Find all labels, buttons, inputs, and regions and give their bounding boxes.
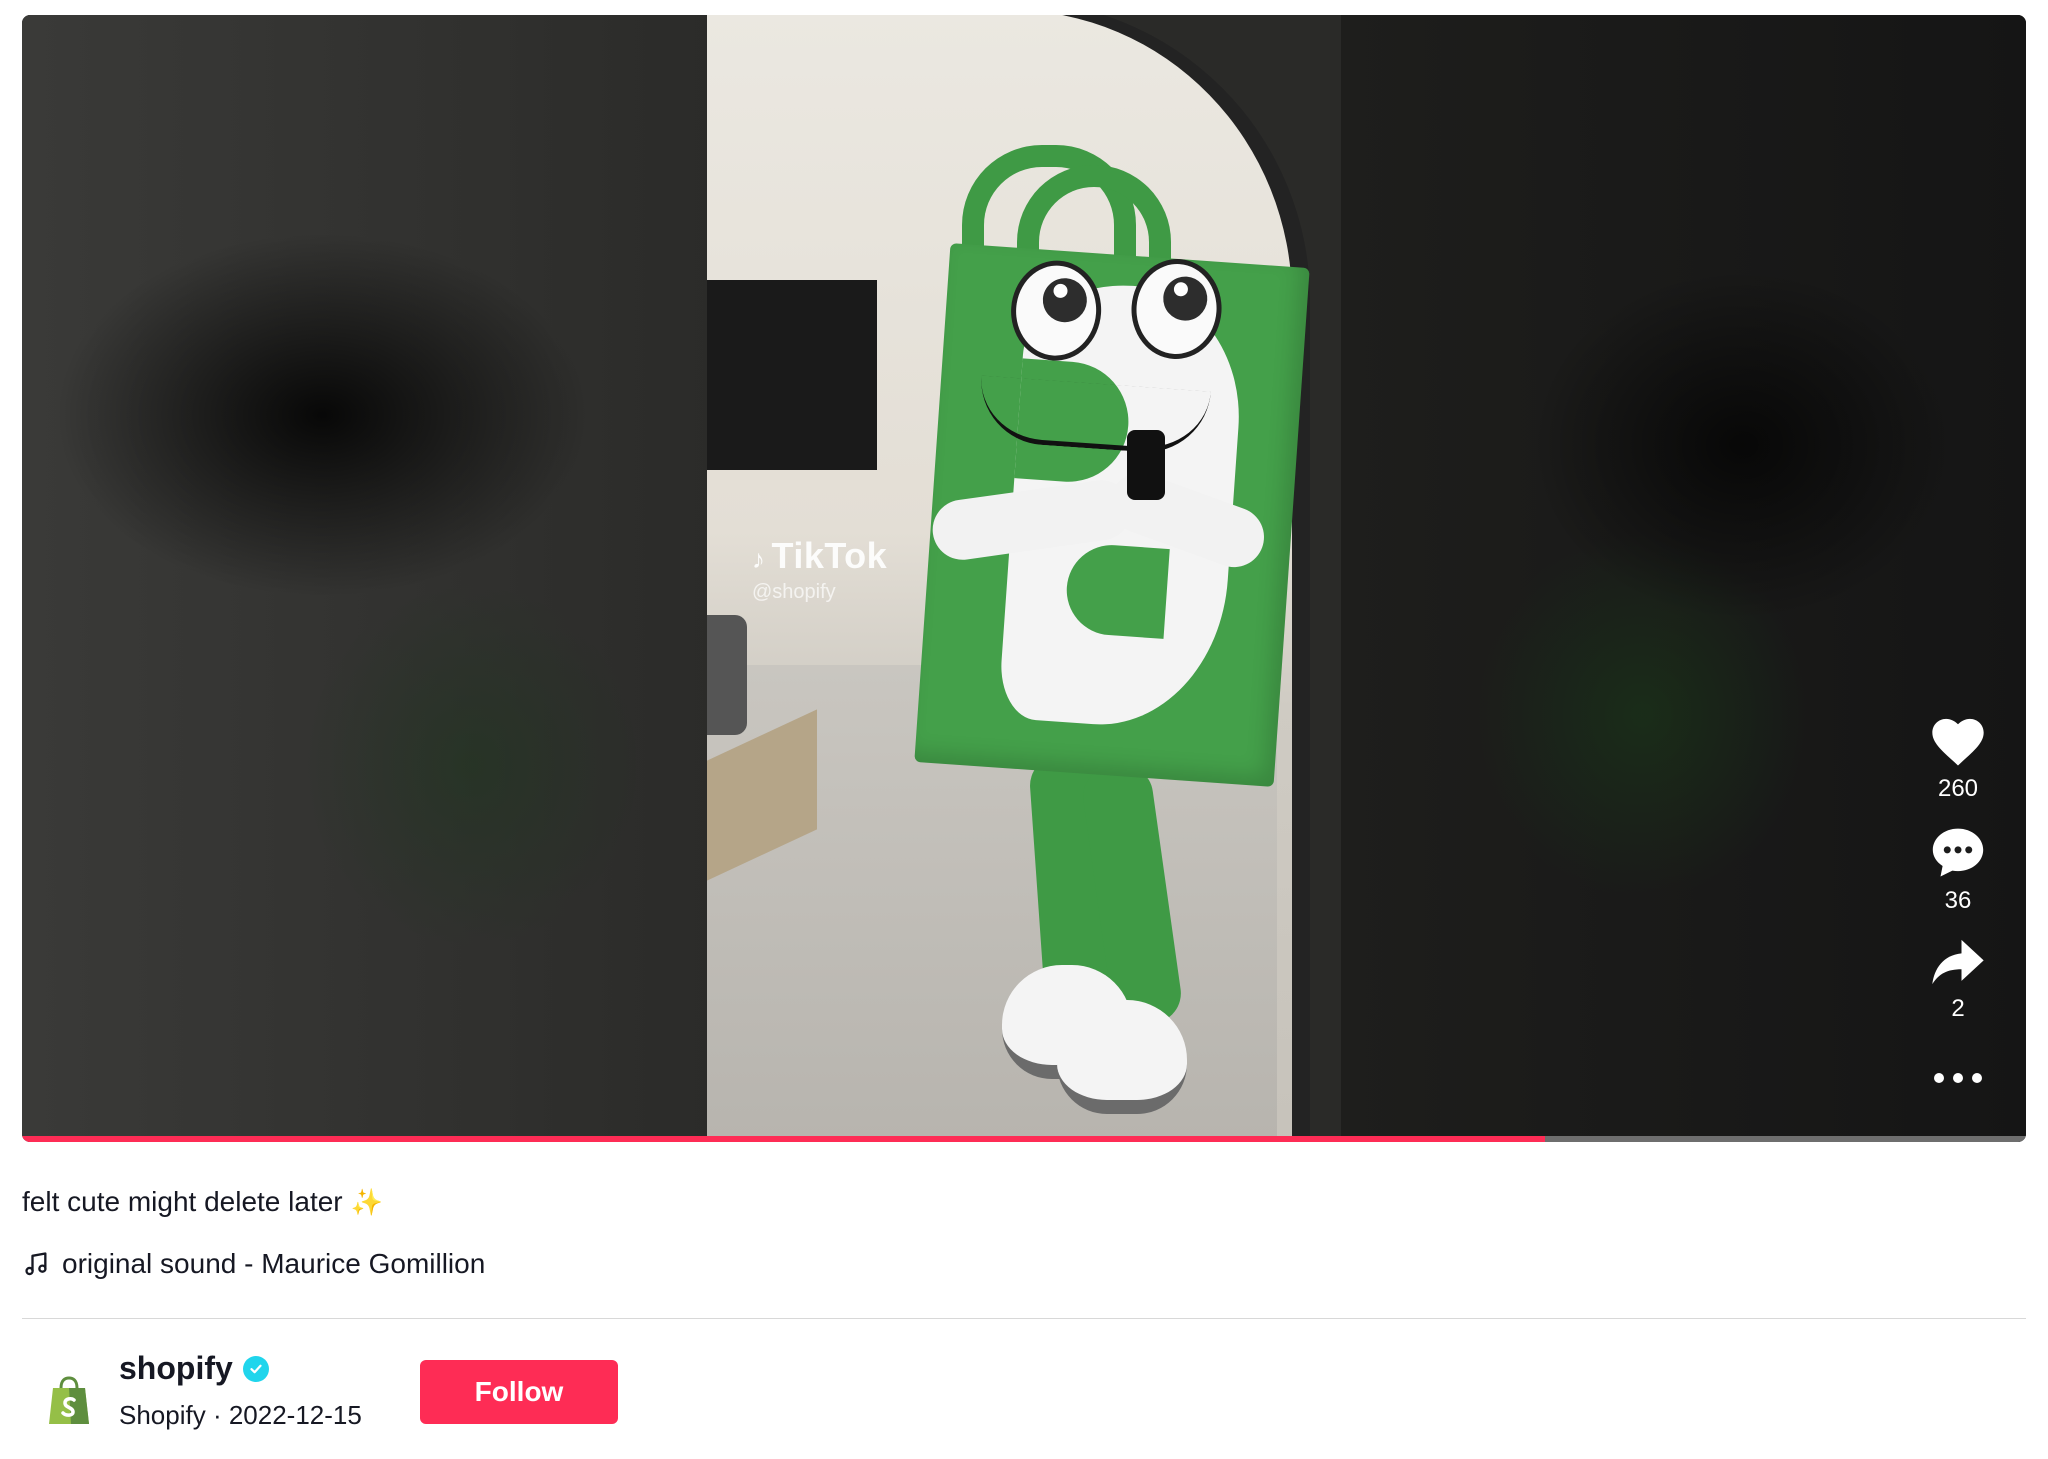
like-count: 260: [1937, 775, 1979, 802]
sound-link[interactable]: original sound - Maurice Gomillion: [22, 1248, 485, 1280]
author-subtitle: Shopify · 2022-12-15: [119, 1400, 362, 1431]
post-date: 2022-12-15: [228, 1400, 362, 1430]
watermark-logo-text: TikTok: [771, 535, 888, 576]
watermark-handle: @shopify: [752, 581, 836, 603]
video-progress-fill: [22, 1136, 1546, 1142]
video-player[interactable]: ♪ TikTok @shopify 260 36 2: [22, 15, 2026, 1142]
chair: [707, 615, 747, 735]
follow-button[interactable]: Follow: [420, 1360, 618, 1424]
video-caption: felt cute might delete later ✨: [22, 1186, 383, 1218]
comment-count: 36: [1944, 887, 1972, 914]
author-info: shopify Shopify · 2022-12-15 Follow: [22, 1342, 2026, 1452]
share-arrow-icon[interactable]: [1930, 937, 1986, 987]
sound-name[interactable]: original sound - Maurice Gomillion: [62, 1248, 485, 1280]
video-progress-bar[interactable]: [22, 1136, 2026, 1142]
share-button[interactable]: 2: [1930, 937, 1986, 1023]
shopify-bag-logo-icon[interactable]: [47, 1376, 91, 1426]
sparkles-emoji: ✨: [350, 1187, 383, 1217]
author-display-name: Shopify: [119, 1400, 206, 1430]
heart-icon[interactable]: [1930, 715, 1986, 767]
music-note-icon: [25, 1252, 47, 1276]
subtitle-separator: ·: [205, 1400, 229, 1430]
tiktok-watermark: ♪ TikTok @shopify: [752, 535, 887, 604]
avatar[interactable]: [34, 1366, 104, 1436]
username-text[interactable]: shopify: [119, 1350, 233, 1387]
comment-button[interactable]: 36: [1930, 825, 1986, 915]
section-divider: [22, 1318, 2026, 1319]
tiktok-note-icon: ♪: [752, 544, 766, 574]
caption-text: felt cute might delete later: [22, 1186, 343, 1217]
comment-bubble-icon[interactable]: [1930, 825, 1986, 879]
verified-check-icon: [242, 1355, 269, 1382]
action-bar: 260 36 2: [1918, 715, 1998, 1083]
author-username[interactable]: shopify: [119, 1350, 269, 1387]
like-button[interactable]: 260: [1930, 715, 1986, 803]
mascot-right-shoe: [1057, 1000, 1187, 1114]
more-dots-icon[interactable]: [1934, 1073, 1982, 1083]
phone: [1127, 430, 1165, 500]
shopify-bag-mascot: [807, 145, 1310, 1125]
share-count: 2: [1951, 995, 1965, 1022]
